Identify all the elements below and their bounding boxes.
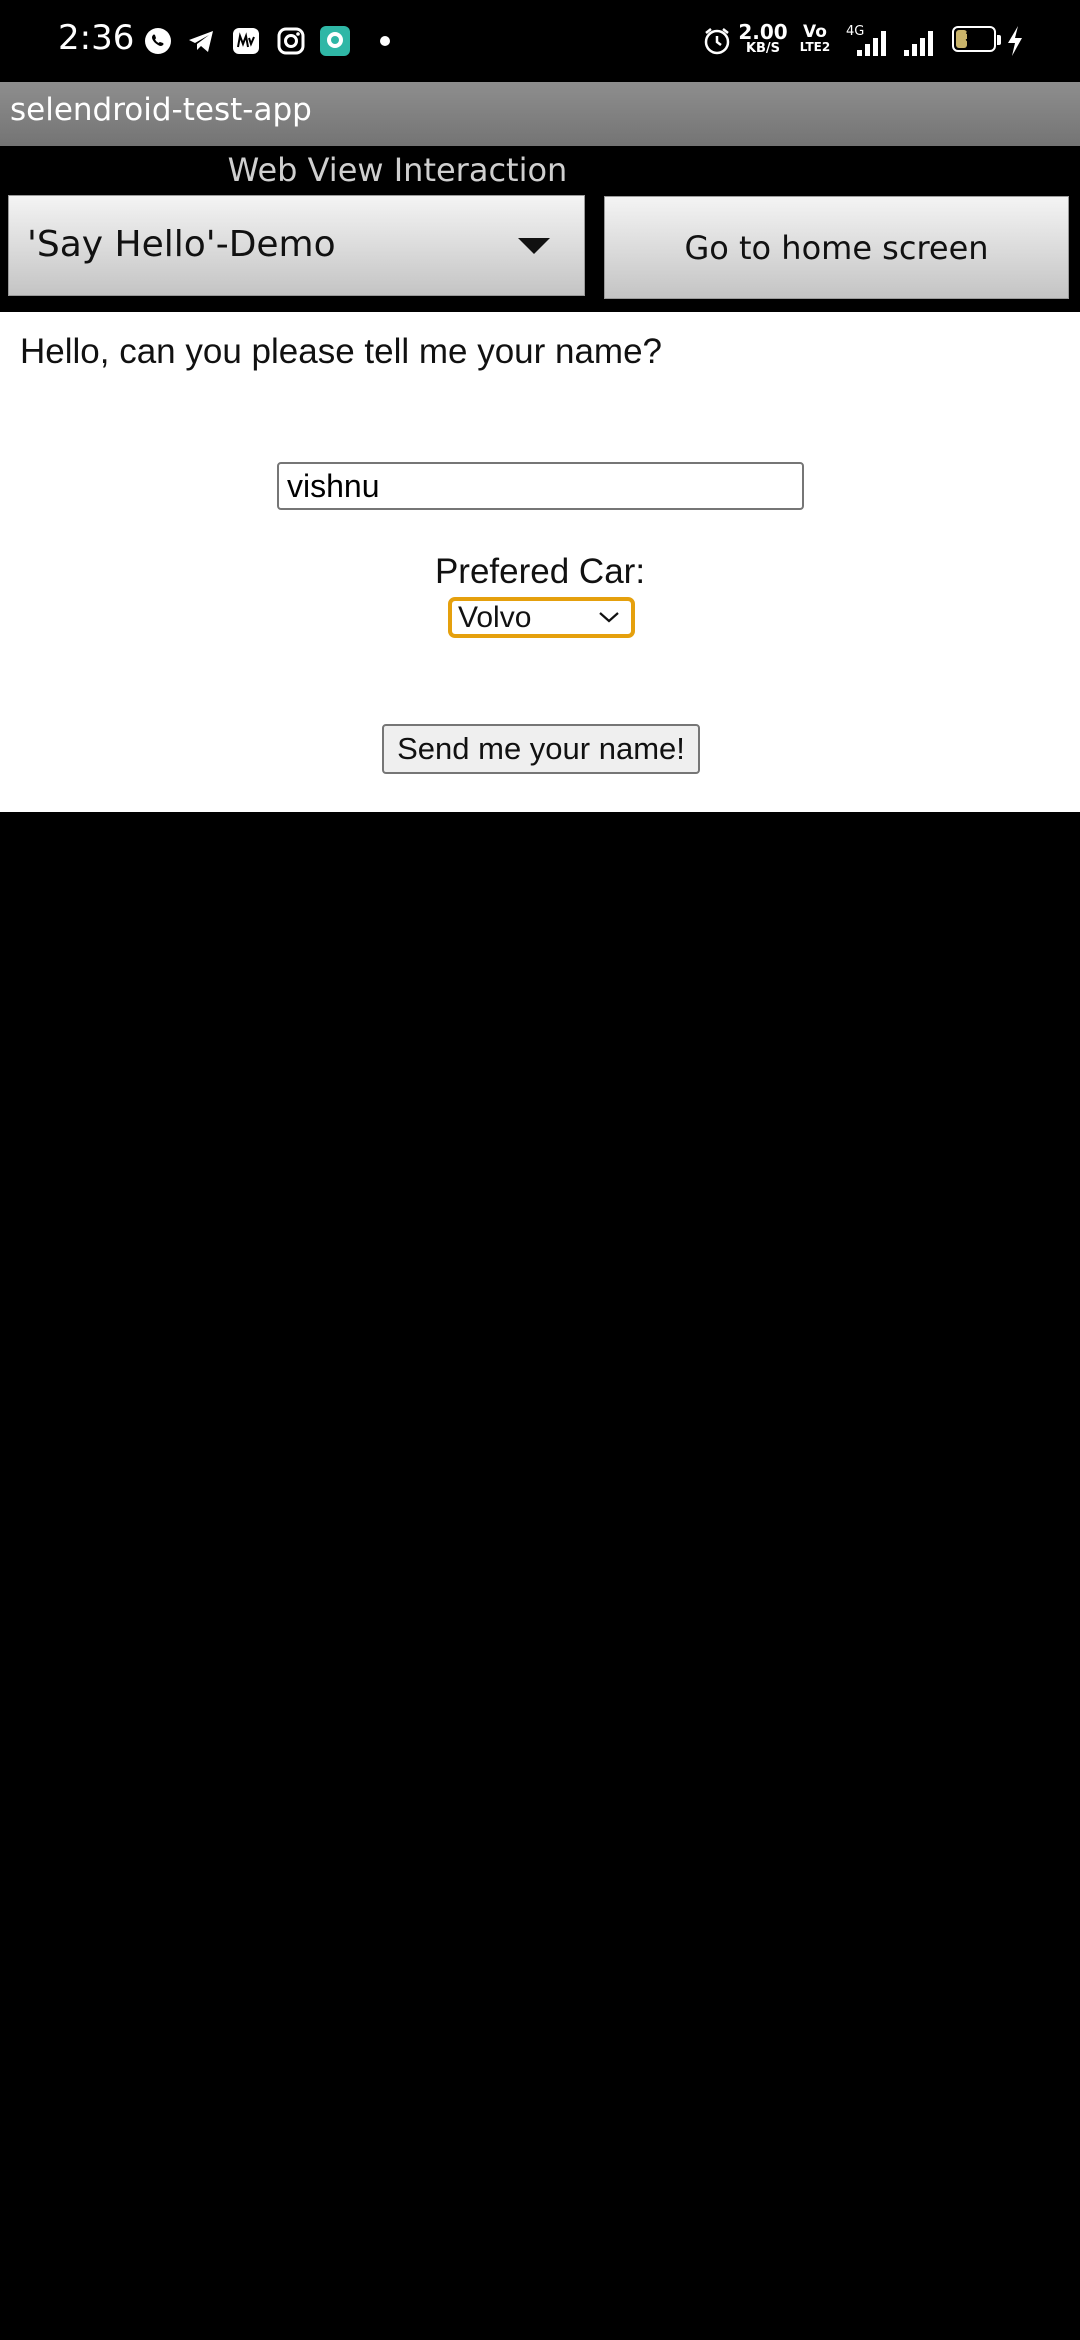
charging-bolt-icon — [1004, 24, 1026, 58]
battery-indicator: 37 — [952, 26, 1001, 52]
name-input[interactable] — [277, 462, 804, 510]
dot-icon — [368, 24, 402, 58]
volte-indicator: Vo LTE2 — [797, 22, 833, 54]
myntra-icon — [229, 24, 263, 58]
instagram-icon — [274, 24, 308, 58]
go-home-button[interactable]: Go to home screen — [604, 196, 1069, 299]
name-question: Hello, can you please tell me your name? — [20, 332, 663, 371]
status-time: 2:36 — [58, 18, 135, 58]
spinner-value: 'Say Hello'-Demo — [27, 224, 336, 265]
send-name-button[interactable]: Send me your name! — [382, 724, 700, 774]
volte-top: Vo — [803, 22, 827, 42]
dropdown-triangle-icon — [518, 238, 550, 254]
signal-icon — [899, 26, 941, 60]
chevron-down-icon — [599, 612, 619, 623]
activity-title: Web View Interaction — [227, 151, 568, 189]
status-bar: 2:36 2.00 KB/S Vo LTE2 4G 37 — [0, 0, 1080, 82]
network-speed: 2.00 KB/S — [738, 22, 788, 55]
network-speed-value: 2.00 — [738, 20, 788, 44]
alarm-icon — [700, 24, 734, 58]
app-bar: selendroid-test-app — [0, 82, 1080, 146]
whatsapp-icon — [141, 24, 175, 58]
telegram-icon — [184, 24, 218, 58]
car-select[interactable]: Volvo — [448, 597, 635, 638]
car-select-value: Volvo — [458, 601, 532, 634]
web-view: Hello, can you please tell me your name?… — [0, 312, 1080, 812]
signal-icon — [852, 26, 894, 60]
battery-nub — [997, 35, 1001, 45]
battery-level: 37 — [965, 29, 983, 46]
preferred-car-label: Prefered Car: — [434, 552, 646, 591]
demo-spinner[interactable]: 'Say Hello'-Demo — [8, 195, 585, 296]
app-title: selendroid-test-app — [10, 92, 312, 128]
chat-app-icon — [318, 24, 352, 58]
volte-bottom: LTE2 — [799, 40, 831, 54]
